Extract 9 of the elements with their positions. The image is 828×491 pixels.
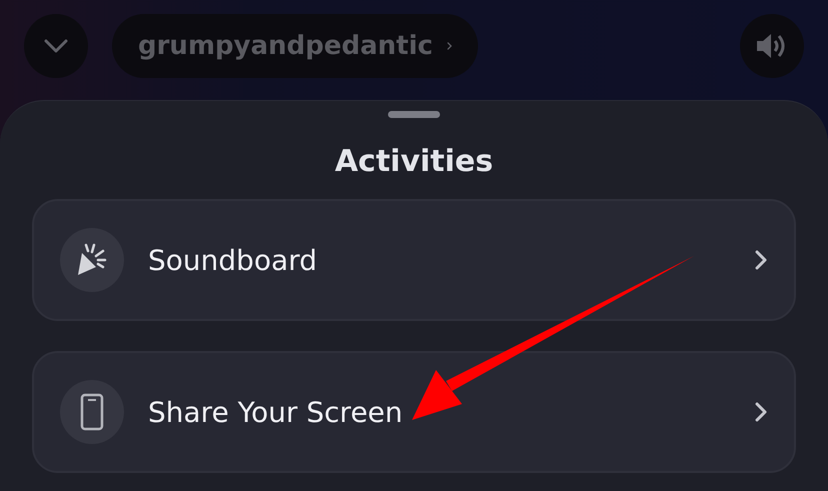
activity-item[interactable]: Share Your Screen <box>32 351 796 473</box>
chevron-right-icon <box>754 401 768 423</box>
sheet-title: Activities <box>334 144 494 179</box>
chevron-right-icon <box>754 249 768 271</box>
phone-icon <box>80 393 104 431</box>
activity-item[interactable]: Soundboard <box>32 199 796 321</box>
drag-handle[interactable] <box>388 111 440 118</box>
username: grumpyandpedantic <box>138 31 433 61</box>
chevron-down-icon <box>44 39 68 53</box>
